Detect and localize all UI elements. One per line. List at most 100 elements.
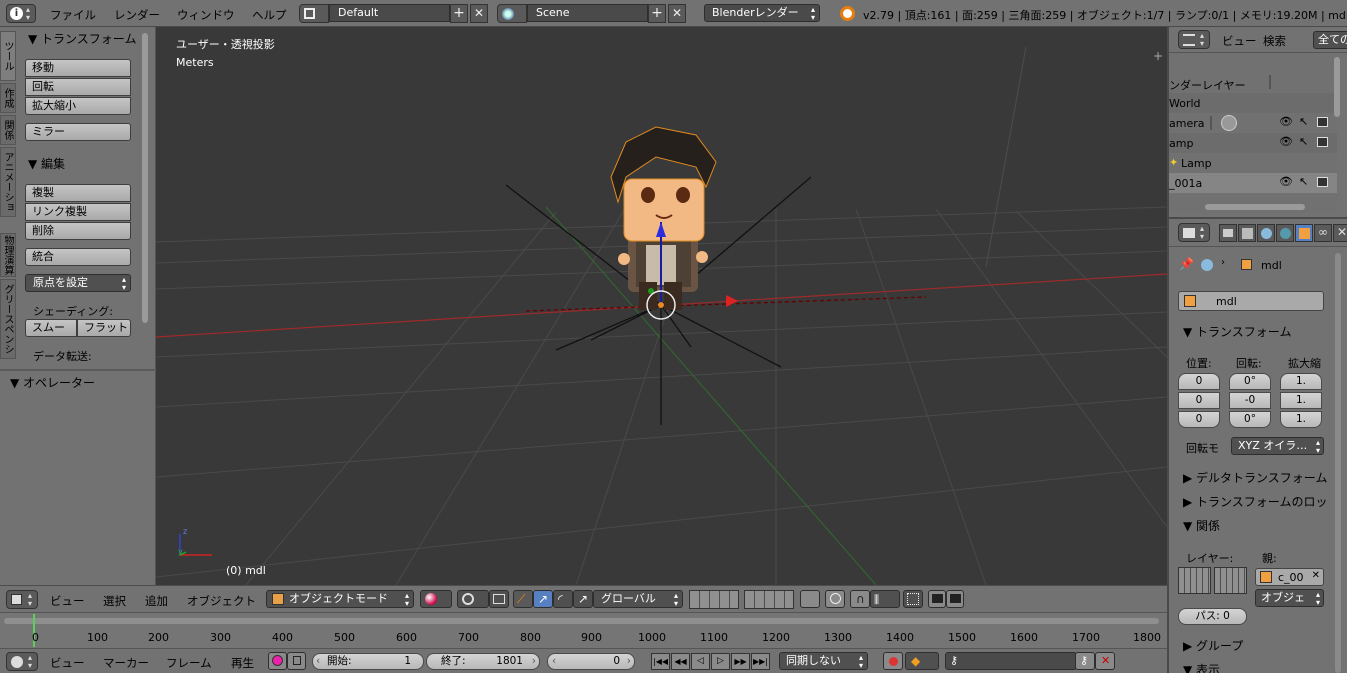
parent-type-dropdown[interactable]: オブジェ ▴ ▾ (1255, 589, 1324, 607)
delta-transform-header[interactable]: ▶ デルタトランスフォーム (1183, 469, 1327, 486)
timeline-editor-type-button[interactable]: ▴ ▾ (6, 652, 38, 671)
modifiers-tab-button[interactable]: ✕ (1333, 224, 1347, 242)
tab-grease-pencil[interactable]: グリースペンシル (0, 279, 16, 359)
transform-panel-header[interactable]: ▼ トランスフォーム (28, 30, 136, 47)
pin-icon[interactable]: 📌 (1179, 257, 1194, 271)
outliner-row[interactable]: ンダーレイヤー (1169, 73, 1337, 93)
tab-physics[interactable]: 物理演算 (0, 233, 16, 277)
outliner-menu-search[interactable]: 検索 (1263, 33, 1286, 49)
play-button[interactable]: ▷ (711, 653, 730, 670)
layout-name-field[interactable]: Default (329, 4, 450, 22)
timeline-menu-marker[interactable]: マーカー (103, 655, 149, 671)
snap-element-dropdown[interactable]: ⫼ (870, 590, 900, 608)
timeline-scroll-track[interactable] (4, 618, 1159, 624)
jump-keyframe-forward-button[interactable]: ▶▶ (731, 653, 750, 670)
viewport-plus-icon[interactable]: + (1153, 49, 1163, 63)
sync-mode-dropdown[interactable]: 同期しない ▴ ▾ (779, 652, 868, 670)
transform-locks-header[interactable]: ▶ トランスフォームのロッ (1183, 493, 1327, 510)
scale-z-field[interactable]: 1. (1280, 411, 1322, 428)
properties-transform-header[interactable]: ▼ トランスフォーム (1183, 323, 1291, 340)
properties-editor-type-button[interactable]: ▴ ▾ (1178, 223, 1210, 242)
pass-index-field[interactable]: パス: 0 (1178, 608, 1247, 625)
outliner-menu-view[interactable]: ビュー (1222, 33, 1257, 49)
select-cursor-icon[interactable]: ↖ (1299, 175, 1308, 188)
opengl-animation-button[interactable] (946, 590, 964, 608)
outliner-row[interactable]: amp 👁 ↖ (1169, 133, 1337, 153)
rotation-x-field[interactable]: 0° (1229, 373, 1271, 390)
object-tab-button[interactable] (1295, 224, 1313, 242)
3d-viewport[interactable]: z y ユーザー・透視投影 Meters (0) mdl + (156, 27, 1167, 585)
render-camera-icon[interactable] (1317, 177, 1328, 187)
viewport-editor-type-button[interactable]: ▴ ▾ (6, 590, 38, 609)
select-cursor-icon[interactable]: ↖ (1299, 115, 1308, 128)
jump-end-button[interactable]: ▶▶| (751, 653, 770, 670)
preview-range-button[interactable] (268, 652, 287, 670)
current-frame-field[interactable]: ‹ 0 › (547, 653, 635, 670)
menu-window[interactable]: ウィンドウ (177, 7, 235, 23)
decrement-arrow-icon[interactable]: ‹ (552, 654, 556, 669)
render-camera-icon[interactable] (1317, 137, 1328, 147)
outliner-vertical-scrollbar[interactable] (1334, 57, 1340, 117)
object-layers-grid-2[interactable] (1214, 567, 1247, 594)
link-duplicate-button[interactable]: リンク複製 (25, 203, 131, 221)
operator-panel-header[interactable]: ▼ オペレーター (10, 374, 95, 391)
scale-button[interactable]: 拡大縮小 (25, 97, 131, 115)
delete-keyframe-button[interactable]: ✕ (1095, 652, 1115, 670)
menu-file[interactable]: ファイル (50, 7, 96, 23)
outliner-editor-type-button[interactable]: ▴ ▾ (1178, 30, 1210, 49)
join-button[interactable]: 統合 (25, 248, 131, 266)
info-editor-type-button[interactable]: i ▴ ▾ (6, 4, 36, 23)
shade-flat-button[interactable]: フラット (77, 319, 131, 337)
add-scene-button[interactable]: + (648, 4, 666, 23)
viewport-menu-view[interactable]: ビュー (50, 593, 85, 609)
pivot-point-dropdown[interactable] (457, 590, 489, 608)
world-tab-button[interactable] (1276, 224, 1294, 242)
location-y-field[interactable]: 0 (1178, 392, 1220, 409)
start-frame-field[interactable]: ‹ 開始: 1 (312, 653, 424, 670)
outliner-row[interactable]: World (1169, 93, 1337, 113)
move-button[interactable]: 移動 (25, 59, 131, 77)
translate-manipulator-button[interactable]: ⟋ (513, 590, 533, 608)
snap-toggle-button[interactable]: ∩ (850, 590, 870, 608)
viewport-menu-select[interactable]: 選択 (103, 593, 126, 609)
lock-range-button[interactable] (287, 652, 306, 670)
end-frame-field[interactable]: 終了: 1801 › (426, 653, 540, 670)
close-layout-button[interactable]: ✕ (470, 4, 488, 23)
tab-relations[interactable]: 関係 (0, 115, 16, 145)
close-scene-button[interactable]: ✕ (668, 4, 686, 23)
jump-keyframe-back-button[interactable]: ◀◀ (671, 653, 690, 670)
rotation-z-field[interactable]: 0° (1229, 411, 1271, 428)
transform-orientation-button[interactable]: ↗ (573, 590, 593, 608)
scale-manipulator-button[interactable]: ◜ (553, 590, 573, 608)
constraints-tab-button[interactable]: ∞ (1314, 224, 1332, 242)
object-name-field[interactable]: mdl (1178, 291, 1324, 311)
timeline-menu-frame[interactable]: フレーム (166, 655, 212, 671)
tab-create[interactable]: 作成 (0, 83, 16, 113)
auto-key-button[interactable] (883, 652, 903, 670)
decrement-arrow-icon[interactable]: ‹ (316, 654, 320, 669)
rotate-manipulator-button[interactable]: ↗ (533, 590, 553, 608)
viewport-menu-add[interactable]: 追加 (145, 593, 168, 609)
render-only-button[interactable] (903, 590, 923, 608)
layer-buttons-2[interactable] (744, 590, 794, 609)
render-layers-tab-button[interactable] (1238, 224, 1256, 242)
viewport-menu-object[interactable]: オブジェクト (187, 593, 256, 609)
tab-animation[interactable]: アニメーション (0, 147, 16, 217)
scale-y-field[interactable]: 1. (1280, 392, 1322, 409)
transform-orientation-dropdown[interactable]: グローバル ▴ ▾ (593, 590, 683, 608)
outliner-display-mode-dropdown[interactable]: 全ての (1313, 31, 1347, 49)
visibility-eye-icon[interactable]: 👁 (1279, 115, 1293, 128)
scene-tab-button[interactable] (1257, 224, 1275, 242)
set-origin-dropdown[interactable]: 原点を設定 ▴ ▾ (25, 274, 131, 292)
visibility-eye-icon[interactable]: 👁 (1279, 135, 1293, 148)
rotation-mode-dropdown[interactable]: XYZ オイラ… ▴ ▾ (1231, 437, 1324, 455)
proportional-edit-button[interactable] (825, 590, 845, 608)
properties-scrollbar[interactable] (1335, 253, 1341, 673)
duplicate-button[interactable]: 複製 (25, 184, 131, 202)
visibility-eye-icon[interactable]: 👁 (1279, 175, 1293, 188)
timeline-menu-view[interactable]: ビュー (50, 655, 85, 671)
increment-arrow-icon[interactable]: › (532, 654, 536, 669)
render-engine-dropdown[interactable]: Blenderレンダー ▴ ▾ (704, 4, 820, 22)
play-reverse-button[interactable]: ◁ (691, 653, 710, 670)
scene-selector[interactable] (497, 4, 527, 23)
